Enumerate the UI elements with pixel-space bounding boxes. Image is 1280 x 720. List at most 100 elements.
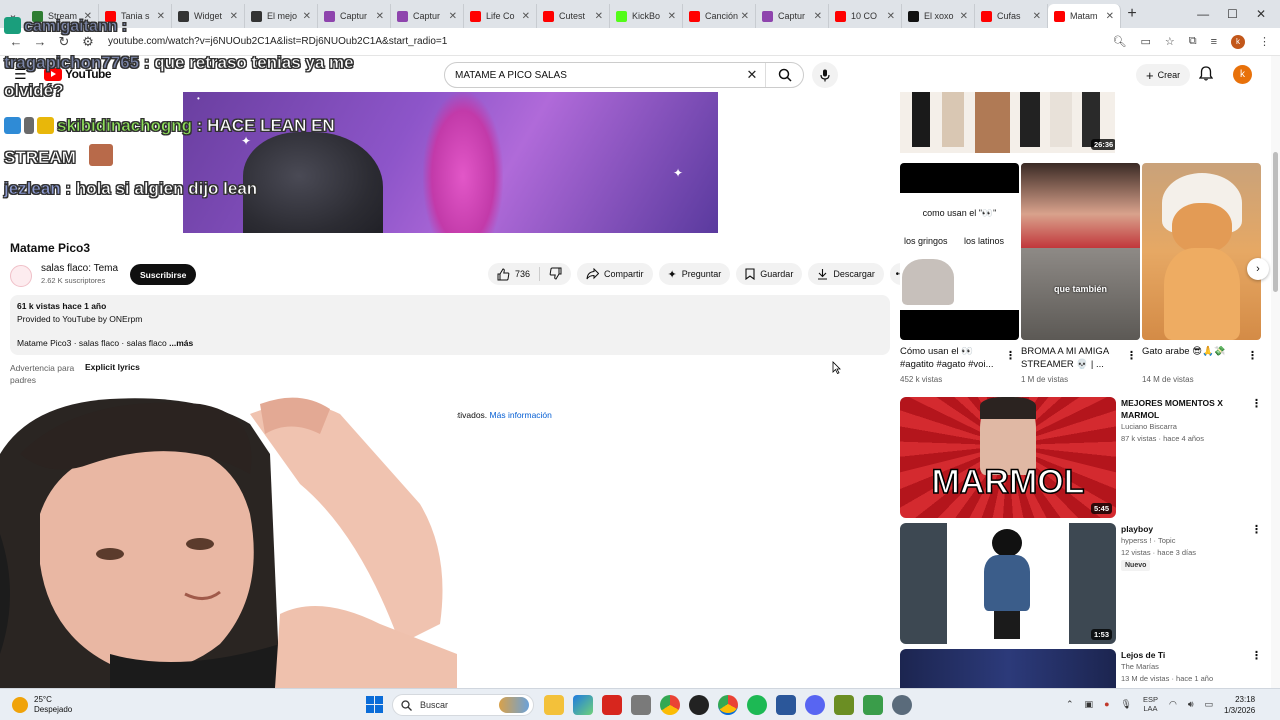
recommendation-menu-icon[interactable]: ⋮ [1251, 649, 1262, 662]
start-button[interactable] [366, 696, 383, 713]
recommendation-channel[interactable]: Luciano Biscarra [1121, 422, 1177, 431]
browser-tab[interactable]: Captur ✕ [756, 4, 829, 28]
short-menu-icon[interactable]: ⋮ [1005, 349, 1016, 362]
like-button[interactable]: 736 [497, 267, 530, 281]
browser-tab[interactable]: Cutest ✕ [537, 4, 610, 28]
short-title[interactable]: BROMA A MI AMIGA STREAMER 💀 | ... [1021, 345, 1121, 371]
ask-button[interactable]: ✦ Preguntar [658, 263, 731, 285]
close-tab-icon[interactable]: ✕ [960, 11, 968, 22]
more-info-link[interactable]: Más información [490, 410, 552, 420]
close-tab-icon[interactable]: ✕ [595, 11, 603, 22]
description-box[interactable]: 61 k vistas hace 1 año Provided to YouTu… [10, 295, 890, 355]
browser-tab[interactable]: Life Co ✕ [464, 4, 537, 28]
short-thumbnail[interactable] [1142, 163, 1261, 340]
notepad-icon[interactable] [776, 695, 796, 715]
maximize-icon[interactable]: ☐ [1227, 7, 1238, 21]
browser-tab[interactable]: Cufas ✕ [975, 4, 1048, 28]
browser-tab[interactable]: Captur ✕ [318, 4, 391, 28]
recommendation-title[interactable]: playboy [1121, 523, 1241, 535]
copilot-icon[interactable] [573, 695, 593, 715]
recommendation-channel[interactable]: The Marías [1121, 662, 1159, 671]
channel-avatar[interactable] [10, 265, 32, 287]
discord-icon[interactable] [805, 695, 825, 715]
short-thumbnail[interactable]: como usan el "👀" los gringos los latinos [900, 163, 1019, 340]
new-tab-button[interactable]: + [1121, 5, 1143, 23]
recommendation-thumbnail[interactable] [900, 649, 1116, 688]
close-tab-icon[interactable]: ✕ [741, 11, 749, 22]
shorts-next-button[interactable]: › [1247, 258, 1269, 280]
chrome-icon[interactable] [660, 695, 680, 715]
close-tab-icon[interactable]: ✕ [449, 11, 457, 22]
chrome-active-icon[interactable] [718, 695, 738, 715]
close-tab-icon[interactable]: ✕ [887, 11, 895, 22]
short-menu-icon[interactable]: ⋮ [1247, 349, 1258, 362]
account-avatar[interactable]: k [1233, 65, 1252, 84]
chevron-up-icon[interactable]: ⌃ [1066, 699, 1074, 710]
browser-tab[interactable]: 10 CO ✕ [829, 4, 902, 28]
subscribe-button[interactable]: Suscribirse [130, 264, 197, 285]
short-title[interactable]: Gato arabe 😎🙏💸 [1142, 345, 1242, 358]
browser-profile-avatar[interactable]: k [1231, 34, 1245, 49]
calculator-icon[interactable] [631, 695, 651, 715]
back-icon[interactable]: ← [4, 34, 28, 49]
settings-gear-icon[interactable] [892, 695, 912, 715]
channel-name[interactable]: salas flaco: Tema [41, 263, 118, 274]
close-tab-icon[interactable]: ✕ [1033, 11, 1041, 22]
short-menu-icon[interactable]: ⋮ [1126, 349, 1137, 362]
clear-search-icon[interactable]: ✕ [739, 67, 765, 83]
recommendation-menu-icon[interactable]: ⋮ [1251, 397, 1262, 410]
browser-tab[interactable]: Captur ✕ [391, 4, 464, 28]
notifications-button[interactable] [1198, 66, 1214, 86]
language-indicator[interactable]: ESP LAA [1143, 695, 1158, 713]
close-tab-icon[interactable]: ✕ [668, 11, 676, 22]
browser-tab[interactable]: Canción ✕ [683, 4, 756, 28]
minimize-icon[interactable]: — [1197, 7, 1209, 21]
network-tray-icon[interactable]: ▣ [1085, 699, 1094, 710]
taskbar-clock[interactable]: 23:18 1/3/2026 [1224, 694, 1255, 716]
close-tab-icon[interactable]: ✕ [303, 11, 311, 22]
recommendation-menu-icon[interactable]: ⋮ [1251, 523, 1262, 536]
recommendation-thumbnail[interactable]: MARMOL 5:45 [900, 397, 1116, 518]
forward-icon[interactable]: → [28, 34, 52, 49]
extensions-icon[interactable]: ⧉ [1189, 35, 1197, 48]
close-tab-icon[interactable]: ✕ [376, 11, 384, 22]
close-tab-icon[interactable]: ✕ [814, 11, 822, 22]
cast-icon[interactable]: ▭ [1140, 35, 1150, 48]
browser-tab[interactable]: Widget ✕ [172, 4, 245, 28]
voice-search-button[interactable] [812, 62, 838, 88]
create-button[interactable]: + Crear [1136, 64, 1191, 86]
close-tab-icon[interactable]: ✕ [157, 11, 165, 22]
office-icon[interactable] [602, 695, 622, 715]
download-button[interactable]: Descargar [808, 263, 884, 285]
dislike-button[interactable] [549, 267, 562, 282]
wifi-icon[interactable]: ◠ [1169, 699, 1177, 710]
close-window-icon[interactable]: ✕ [1256, 7, 1266, 21]
scrollbar-thumb[interactable] [1273, 152, 1278, 292]
search-button[interactable] [765, 63, 803, 87]
browser-tab[interactable]: El xoxo ✕ [902, 4, 975, 28]
url-field[interactable]: youtube.com/watch?v=j6NUOub2C1A&list=RDj… [108, 36, 1112, 47]
mic-tray-icon[interactable]: 🎙︎ [1121, 699, 1132, 710]
battery-icon[interactable]: ▭ [1204, 699, 1213, 710]
close-tab-icon[interactable]: ✕ [522, 11, 530, 22]
browser-tab[interactable]: KickBo ✕ [610, 4, 683, 28]
taskbar-search[interactable]: Buscar [392, 694, 534, 716]
file-explorer-icon[interactable] [544, 695, 564, 715]
obs-icon[interactable] [689, 695, 709, 715]
recommendation-title[interactable]: MEJORES MOMENTOS X MARMOL [1121, 397, 1241, 421]
short-thumbnail[interactable]: que también [1021, 163, 1140, 340]
show-more-link[interactable]: ...más [169, 338, 193, 348]
browser-menu-icon[interactable]: ⋮ [1259, 35, 1270, 48]
video-player[interactable]: ✦ ✦ • [183, 92, 718, 233]
minecraft-icon[interactable] [834, 695, 854, 715]
app-cube-icon[interactable] [863, 695, 883, 715]
recommendation-thumbnail[interactable]: 1:53 [900, 523, 1116, 644]
weather-widget[interactable]: 25°C Despejado [12, 695, 72, 715]
spotify-icon[interactable] [747, 695, 767, 715]
browser-tab[interactable]: Matam ✕ [1048, 4, 1121, 28]
share-button[interactable]: Compartir [577, 263, 653, 285]
reading-list-icon[interactable]: ≡ [1211, 36, 1217, 48]
save-button[interactable]: Guardar [736, 263, 803, 285]
recommendation-channel[interactable]: hyperss ! · Topic [1121, 536, 1175, 545]
short-title[interactable]: Cómo usan el 👀 #agatito #agato #voi... [900, 345, 1000, 371]
